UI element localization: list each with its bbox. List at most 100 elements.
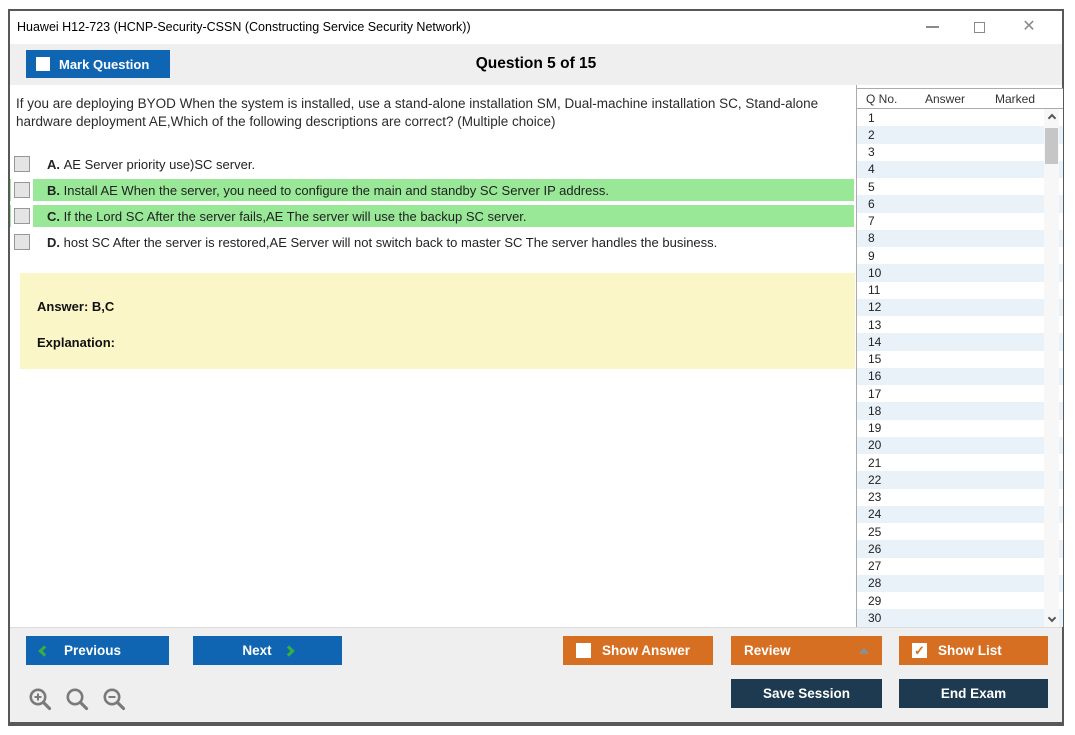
question-list-row[interactable]: 12: [857, 299, 1063, 316]
check-icon: ✓: [914, 644, 925, 657]
sidebar-scrollbar[interactable]: [1044, 109, 1059, 627]
question-list: 1234567891011121314151617181920212223242…: [857, 109, 1063, 627]
question-list-row[interactable]: 11: [857, 282, 1063, 299]
question-list-row[interactable]: 26: [857, 540, 1063, 557]
question-list-row[interactable]: 9: [857, 247, 1063, 264]
question-number: 27: [868, 559, 881, 573]
question-list-row[interactable]: 19: [857, 420, 1063, 437]
question-list-row[interactable]: 2: [857, 126, 1063, 143]
question-list-row[interactable]: 4: [857, 161, 1063, 178]
question-list-row[interactable]: 27: [857, 558, 1063, 575]
show-list-button[interactable]: ✓ Show List: [899, 636, 1048, 665]
question-number: 14: [868, 335, 881, 349]
explanation-line: Explanation:: [37, 335, 855, 350]
option-checkbox[interactable]: [14, 182, 30, 198]
option-row-d[interactable]: D. host SC After the server is restored,…: [10, 231, 854, 253]
main-area: If you are deploying BYOD When the syste…: [10, 85, 1062, 627]
question-list-row[interactable]: 15: [857, 351, 1063, 368]
question-sidebar: Q No. Answer Marked 12345678910111213141…: [856, 85, 1062, 627]
review-label: Review: [744, 643, 791, 658]
answer-box: Answer: B,C Explanation:: [20, 273, 855, 369]
question-list-row[interactable]: 30: [857, 609, 1063, 626]
previous-button[interactable]: Previous: [26, 636, 169, 665]
option-row-a[interactable]: A. AE Server priority use)SC server.: [10, 153, 854, 175]
zoom-in-icon[interactable]: [27, 686, 55, 714]
question-list-row[interactable]: 18: [857, 402, 1063, 419]
option-text: C. If the Lord SC After the server fails…: [47, 209, 527, 224]
chevron-down-icon: [1047, 614, 1055, 622]
question-number: 29: [868, 594, 881, 608]
scroll-up-button[interactable]: [1044, 109, 1059, 124]
next-button[interactable]: Next: [193, 636, 342, 665]
option-text: B. Install AE When the server, you need …: [47, 183, 609, 198]
question-list-row[interactable]: 3: [857, 144, 1063, 161]
question-list-row[interactable]: 16: [857, 368, 1063, 385]
question-list-row[interactable]: 28: [857, 575, 1063, 592]
question-number: 23: [868, 490, 881, 504]
question-number: 18: [868, 404, 881, 418]
question-list-row[interactable]: 6: [857, 195, 1063, 212]
maximize-button[interactable]: [963, 11, 995, 43]
question-number: 21: [868, 456, 881, 470]
option-row-c[interactable]: C. If the Lord SC After the server fails…: [10, 205, 854, 227]
question-list-row[interactable]: 29: [857, 592, 1063, 609]
question-list-row[interactable]: 7: [857, 213, 1063, 230]
review-button[interactable]: Review: [731, 636, 882, 665]
maximize-icon: [974, 22, 985, 33]
option-checkbox[interactable]: [14, 208, 30, 224]
question-list-row[interactable]: 10: [857, 264, 1063, 281]
column-q-no: Q No.: [866, 92, 897, 106]
save-session-label: Save Session: [763, 686, 850, 701]
zoom-toolbar: [27, 686, 129, 714]
question-number: 17: [868, 387, 881, 401]
question-number: 20: [868, 438, 881, 452]
option-checkbox[interactable]: [14, 156, 30, 172]
question-number: 15: [868, 352, 881, 366]
option-row-b[interactable]: B. Install AE When the server, you need …: [10, 179, 854, 201]
question-list-row[interactable]: 1: [857, 109, 1063, 126]
question-number: 13: [868, 318, 881, 332]
end-exam-button[interactable]: End Exam: [899, 679, 1048, 708]
question-list-row[interactable]: 25: [857, 523, 1063, 540]
save-session-button[interactable]: Save Session: [731, 679, 882, 708]
question-list-row[interactable]: 5: [857, 178, 1063, 195]
option-checkbox[interactable]: [14, 234, 30, 250]
question-counter: Question 5 of 15: [10, 55, 1062, 73]
previous-label: Previous: [64, 643, 121, 658]
question-number: 22: [868, 473, 881, 487]
question-number: 11: [868, 283, 880, 297]
chevron-left-icon: [38, 645, 49, 656]
question-number: 16: [868, 369, 881, 383]
window-title: Huawei H12-723 (HCNP-Security-CSSN (Cons…: [17, 20, 471, 34]
question-list-row[interactable]: 8: [857, 230, 1063, 247]
question-number: 26: [868, 542, 881, 556]
question-number: 6: [868, 197, 875, 211]
header-band: Mark Question Question 5 of 15: [10, 44, 1062, 85]
show-answer-checkbox[interactable]: [576, 643, 591, 658]
question-number: 1: [868, 111, 875, 125]
close-button[interactable]: ✕: [1013, 11, 1045, 43]
triangle-up-icon: [859, 647, 869, 654]
question-list-row[interactable]: 23: [857, 489, 1063, 506]
question-list-row[interactable]: 13: [857, 316, 1063, 333]
question-number: 28: [868, 576, 881, 590]
show-list-checkbox[interactable]: ✓: [912, 643, 927, 658]
question-list-row[interactable]: 17: [857, 385, 1063, 402]
zoom-out-icon[interactable]: [101, 686, 129, 714]
question-list-row[interactable]: 20: [857, 437, 1063, 454]
show-answer-button[interactable]: Show Answer: [563, 636, 713, 665]
question-list-row[interactable]: 22: [857, 471, 1063, 488]
scrollbar-thumb[interactable]: [1045, 128, 1058, 164]
zoom-reset-icon[interactable]: [64, 686, 92, 714]
question-list-row[interactable]: 21: [857, 454, 1063, 471]
scroll-down-button[interactable]: [1044, 612, 1059, 627]
question-number: 4: [868, 162, 875, 176]
minimize-button[interactable]: [916, 11, 948, 43]
column-marked: Marked: [995, 92, 1035, 106]
footer-bar: Previous Next Show Answer Review ✓ Show …: [10, 627, 1062, 722]
show-answer-label: Show Answer: [602, 643, 690, 658]
question-number: 24: [868, 507, 881, 521]
question-list-row[interactable]: 14: [857, 333, 1063, 350]
question-number: 8: [868, 231, 875, 245]
question-list-row[interactable]: 24: [857, 506, 1063, 523]
